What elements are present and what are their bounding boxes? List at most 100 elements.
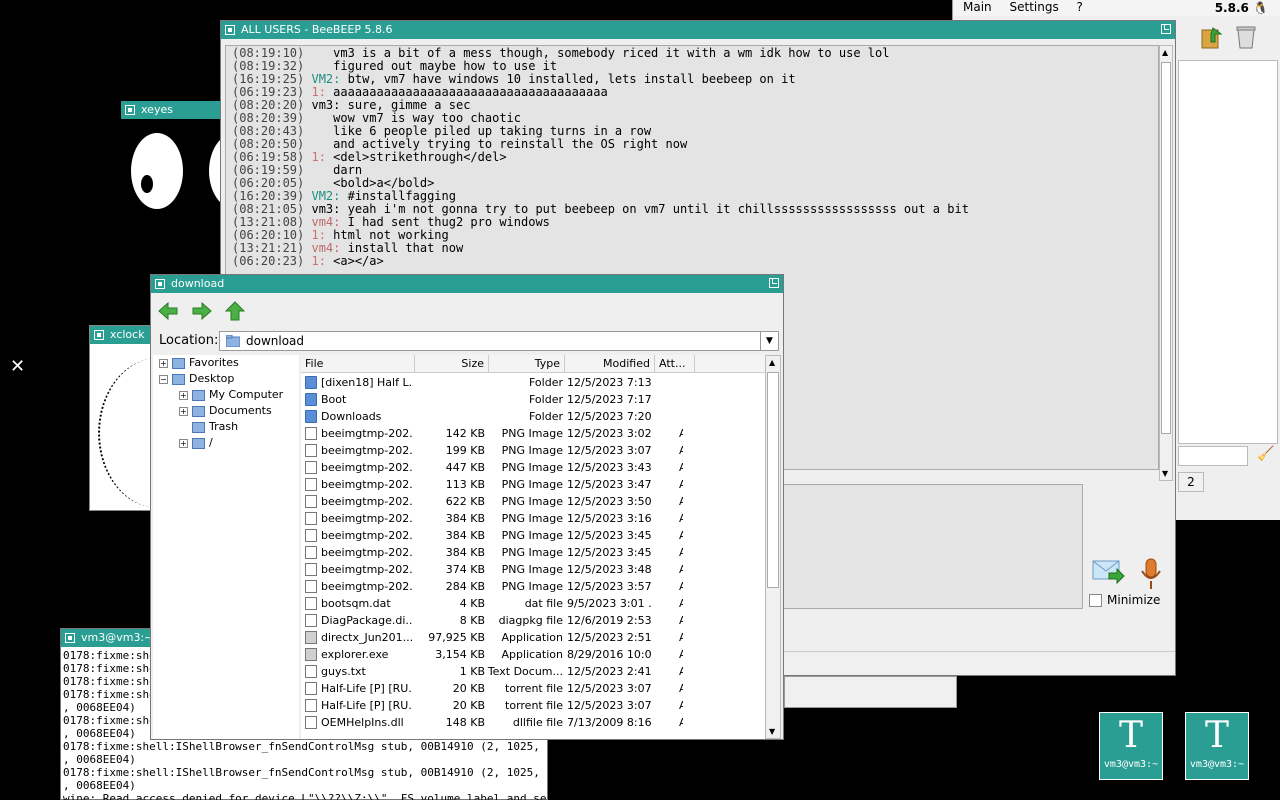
maximize-icon[interactable] [769, 278, 779, 288]
xeyes-titlebar[interactable]: xeyes [121, 101, 231, 119]
window-menu-icon[interactable] [225, 25, 235, 35]
user-search-input[interactable] [1178, 446, 1248, 466]
scroll-down-icon[interactable]: ▼ [1162, 469, 1168, 478]
folder-tree[interactable]: + Favorites − Desktop + My Computer + Documents… [153, 355, 299, 739]
file-row[interactable]: beeimgtmp-202... 199 KB PNG Image 12/5/2023… [301, 442, 765, 459]
file-row[interactable]: Half-Life [P] [RU... 20 KB torrent file 12/… [301, 697, 765, 714]
message-sender[interactable]: 1: [311, 254, 325, 268]
chevron-down-icon[interactable]: ▼ [760, 332, 778, 350]
file-transfer-icon[interactable] [1199, 24, 1225, 50]
file-row[interactable]: Downloads Folder 12/5/2023 7:20... [301, 408, 765, 425]
chat-scroll-thumb[interactable] [1161, 62, 1171, 434]
xeyes-window[interactable]: xeyes [121, 101, 265, 251]
explorer-titlebar[interactable]: download [151, 275, 783, 293]
header-type[interactable]: Type [489, 355, 565, 373]
xclock-titlebar[interactable]: xclock [90, 326, 158, 344]
tree-item[interactable]: + / [179, 435, 213, 451]
file-explorer-window[interactable]: download Location: download ▼ + Favorites… [150, 274, 784, 740]
terminal-line: wine: Read access denied for device L"\\… [63, 792, 547, 800]
window-menu-icon[interactable] [155, 279, 165, 289]
file-row[interactable]: Half-Life [P] [RU... 20 KB torrent file 12/… [301, 680, 765, 697]
tree-item[interactable]: + My Computer [179, 387, 283, 403]
maximize-icon[interactable] [1161, 24, 1171, 34]
menu-settings[interactable]: Settings [1009, 0, 1058, 14]
file-type: PNG Image [501, 444, 563, 457]
file-row[interactable]: beeimgtmp-202... 384 KB PNG Image 12/5/2023… [301, 544, 765, 561]
scroll-down-icon[interactable]: ▼ [769, 727, 775, 736]
file-list[interactable]: File Size Type Modified Att... [dixen18]… [301, 355, 765, 739]
send-message-icon[interactable] [1091, 557, 1125, 587]
tree-item[interactable]: Trash [179, 419, 238, 435]
file-size: 142 KB [445, 427, 485, 440]
tree-item-label: / [209, 436, 213, 449]
file-row[interactable]: directx_Jun201... 97,925 KB Application 12/… [301, 629, 765, 646]
message-sender[interactable]: 1: [311, 150, 325, 164]
header-attributes[interactable]: Att... [655, 355, 695, 373]
file-row[interactable]: beeimgtmp-202... 142 KB PNG Image 12/5/2023… [301, 425, 765, 442]
file-row[interactable]: explorer.exe 3,154 KB Application 8/29/2016… [301, 646, 765, 663]
desktop-terminal-icon-1[interactable]: T vm3@vm3:~ [1099, 712, 1163, 780]
microphone-icon[interactable] [1139, 557, 1163, 591]
tree-item[interactable]: + Favorites [159, 355, 239, 371]
file-row[interactable]: beeimgtmp-202... 374 KB PNG Image 12/5/2023… [301, 561, 765, 578]
desktop-terminal-icon-2[interactable]: T vm3@vm3:~ [1185, 712, 1249, 780]
window-menu-icon[interactable] [65, 633, 75, 643]
tree-item[interactable]: − Desktop [159, 371, 234, 387]
message-sender[interactable]: 1: [311, 228, 325, 242]
file-row[interactable]: beeimgtmp-202... 284 KB PNG Image 12/5/2023… [301, 578, 765, 595]
window-menu-icon[interactable] [125, 105, 135, 115]
message-sender[interactable]: vm4: [311, 215, 340, 229]
up-arrow-icon[interactable] [224, 301, 246, 321]
tab-2[interactable]: 2 [1178, 472, 1204, 492]
expand-toggle-icon[interactable]: − [159, 374, 168, 384]
file-type: Folder [529, 376, 563, 389]
chat-message: (06:20:23) 1: <a></a> [232, 255, 1152, 268]
expand-toggle-icon[interactable]: + [179, 438, 188, 448]
file-row[interactable]: DiagPackage.di... 8 KB diagpkg file 12/6/20… [301, 612, 765, 629]
menu-help[interactable]: ? [1077, 0, 1083, 14]
location-input[interactable]: download ▼ [219, 331, 779, 351]
file-row[interactable]: beeimgtmp-202... 384 KB PNG Image 12/5/2023… [301, 527, 765, 544]
minimize-checkbox-box[interactable] [1089, 594, 1102, 607]
broom-icon[interactable]: 🧹 [1257, 446, 1274, 462]
trash-icon[interactable] [1233, 24, 1259, 50]
file-list-scroll-thumb[interactable] [767, 372, 779, 588]
file-row[interactable]: beeimgtmp-202... 622 KB PNG Image 12/5/2023… [301, 493, 765, 510]
expand-toggle-icon[interactable]: + [159, 358, 168, 368]
file-row[interactable]: bootsqm.dat 4 KB dat file 9/5/2023 3:01 ...… [301, 595, 765, 612]
forward-arrow-icon[interactable] [191, 301, 213, 321]
tree-item[interactable]: + Documents [179, 403, 272, 419]
scroll-up-icon[interactable]: ▲ [1162, 48, 1168, 57]
header-size[interactable]: Size [415, 355, 489, 373]
expand-toggle-icon[interactable]: + [179, 390, 188, 400]
window-menu-icon[interactable] [94, 330, 104, 340]
message-sender[interactable]: vm3: [311, 202, 340, 216]
scroll-up-icon[interactable]: ▲ [769, 358, 775, 367]
file-row[interactable]: beeimgtmp-202... 113 KB PNG Image 12/5/2023… [301, 476, 765, 493]
header-file[interactable]: File [301, 355, 415, 373]
chat-scrollbar[interactable]: ▲ ▼ [1159, 45, 1173, 481]
file-list-scrollbar[interactable]: ▲ ▼ [765, 355, 781, 739]
chat-titlebar[interactable]: ALL USERS - BeeBEEP 5.8.6 [221, 21, 1175, 39]
back-arrow-icon[interactable] [157, 301, 179, 321]
message-sender[interactable]: vm3: [311, 98, 340, 112]
file-row[interactable]: guys.txt 1 KBText Docum... 12/5/2023 2:41.… [301, 663, 765, 680]
file-row[interactable]: beeimgtmp-202... 384 KB PNG Image 12/5/2023… [301, 510, 765, 527]
message-sender[interactable]: VM2: [311, 189, 340, 203]
header-modified[interactable]: Modified [565, 355, 655, 373]
menu-main[interactable]: Main [963, 0, 992, 14]
file-row[interactable]: beeimgtmp-202... 447 KB PNG Image 12/5/2023… [301, 459, 765, 476]
message-sender[interactable]: 1: [311, 85, 325, 99]
expand-toggle-icon[interactable]: + [179, 406, 188, 416]
message-text: figured out maybe how to use it [311, 59, 558, 73]
user-list-panel[interactable] [1178, 60, 1278, 444]
file-icon [305, 427, 317, 440]
file-row[interactable]: OEMHelpIns.dll 148 KB dllfile file 7/13/200… [301, 714, 765, 731]
xclock-window[interactable]: xclock [89, 325, 159, 511]
file-row[interactable]: [dixen18] Half L... Folder 12/5/2023 7:13.… [301, 374, 765, 391]
file-row[interactable]: Boot Folder 12/5/2023 7:17... [301, 391, 765, 408]
message-sender[interactable]: VM2: [311, 72, 340, 86]
minimize-checkbox[interactable]: Minimize [1089, 593, 1160, 607]
message-sender[interactable]: vm4: [311, 241, 340, 255]
file-name: bootsqm.dat [321, 597, 391, 610]
